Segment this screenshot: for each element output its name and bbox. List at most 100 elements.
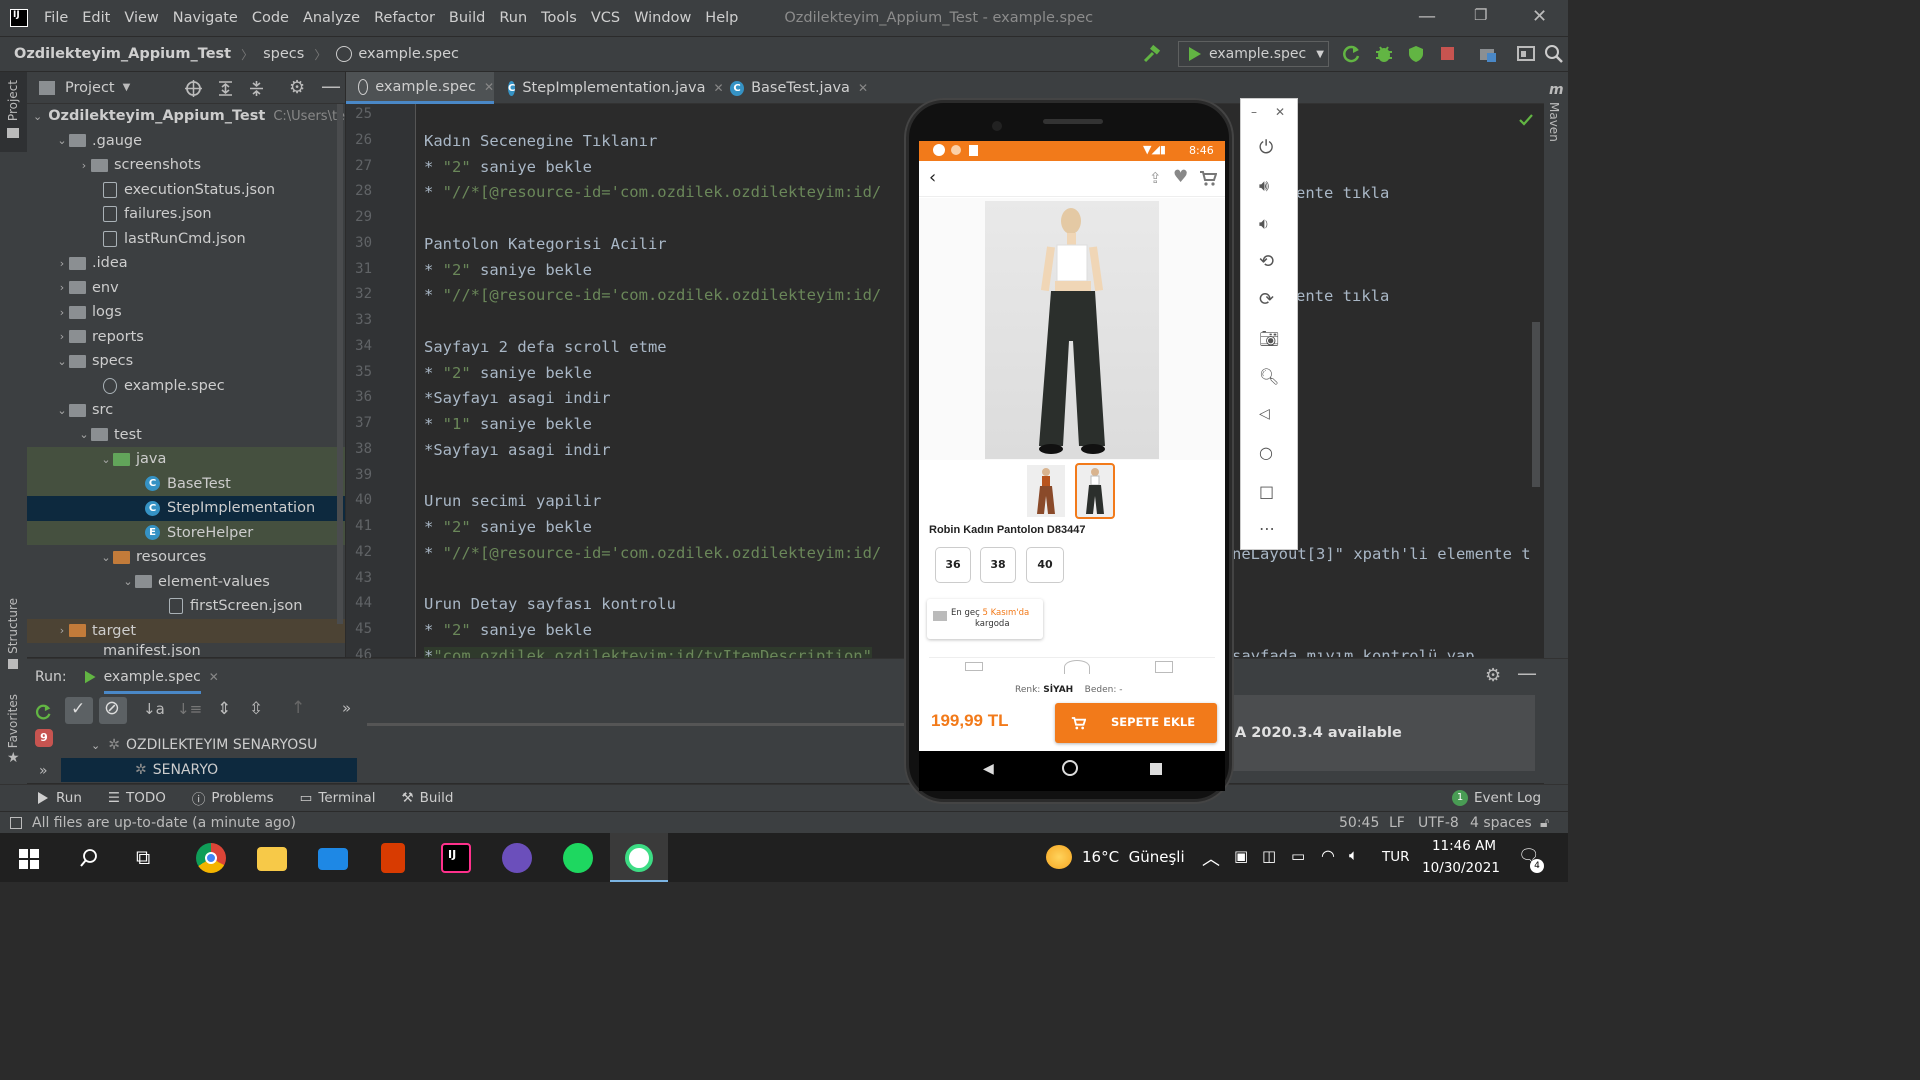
- tree-item-test[interactable]: ⌄ test: [27, 423, 345, 448]
- search-icon[interactable]: [79, 848, 99, 868]
- menu-view[interactable]: View: [124, 10, 158, 26]
- stop-icon[interactable]: [1441, 47, 1454, 60]
- debug-bug-icon[interactable]: [1374, 44, 1394, 64]
- line-separator[interactable]: LF: [1389, 815, 1405, 831]
- show-ignored-toggle[interactable]: ⊘: [99, 697, 127, 724]
- tree-item-screenshots[interactable]: › screenshots: [27, 153, 345, 178]
- more-actions-icon[interactable]: »: [342, 699, 351, 717]
- menu-code[interactable]: Code: [252, 10, 289, 26]
- add-to-cart-button[interactable]: SEPETE EKLE: [1055, 703, 1217, 743]
- tree-item-resources[interactable]: ⌄ resources: [27, 545, 345, 570]
- thumbnail-2-selected[interactable]: [1075, 463, 1115, 519]
- office-icon[interactable]: [381, 843, 405, 873]
- chevron-up-icon[interactable]: ︿: [1202, 845, 1220, 871]
- menu-navigate[interactable]: Navigate: [173, 10, 238, 26]
- bottom-tab-run[interactable]: Run: [38, 790, 82, 806]
- chevron-down-icon[interactable]: ⌄: [33, 110, 42, 123]
- chevron-right-icon[interactable]: ›: [55, 330, 69, 343]
- expand-all-icon[interactable]: [217, 80, 234, 97]
- size-option-38[interactable]: 38: [980, 547, 1016, 583]
- close-icon[interactable]: ✕: [1275, 105, 1285, 119]
- hide-panel-icon[interactable]: —: [1517, 661, 1537, 685]
- close-icon[interactable]: ✕: [484, 80, 494, 94]
- menu-window[interactable]: Window: [634, 10, 691, 26]
- screenshot-camera-icon[interactable]: 📷︎: [1259, 329, 1279, 349]
- file-explorer-icon[interactable]: [257, 847, 287, 871]
- chevron-down-icon[interactable]: ⌄: [91, 739, 100, 752]
- menu-edit[interactable]: Edit: [82, 10, 110, 26]
- menu-tools[interactable]: Tools: [541, 10, 577, 26]
- breadcrumb-project[interactable]: Ozdilekteyim_Appium_Test: [14, 46, 231, 62]
- build-hammer-icon[interactable]: [1142, 44, 1162, 64]
- restore-window-icon[interactable]: ❐: [1474, 6, 1487, 24]
- chevron-down-icon[interactable]: ⌄: [55, 134, 69, 147]
- tree-item-executionstatus[interactable]: executionStatus.json: [27, 178, 345, 203]
- back-icon[interactable]: ◁: [1259, 406, 1279, 426]
- rerun-icon[interactable]: [1342, 44, 1362, 64]
- tree-item-specs[interactable]: ⌄ specs: [27, 349, 345, 374]
- tree-item-basetest[interactable]: C BaseTest: [27, 471, 345, 496]
- share-icon[interactable]: ⇪: [1149, 169, 1162, 187]
- active-app-highlight[interactable]: [610, 833, 668, 882]
- tree-item-stepimplementation[interactable]: C StepImplementation: [27, 496, 345, 521]
- wifi-icon[interactable]: ◠: [1321, 846, 1335, 865]
- clock-time[interactable]: 11:46 AM: [1428, 838, 1500, 854]
- project-scrollbar[interactable]: [337, 104, 343, 624]
- favorites-tool-tab[interactable]: Favorites: [6, 694, 20, 748]
- rotate-left-icon[interactable]: ⟲: [1259, 251, 1279, 272]
- tree-item-firstscreen[interactable]: firstScreen.json: [27, 594, 345, 619]
- tree-item-logs[interactable]: › logs: [27, 300, 345, 325]
- android-recents-icon[interactable]: [1150, 763, 1162, 775]
- menu-run[interactable]: Run: [499, 10, 527, 26]
- product-image-area[interactable]: [919, 198, 1225, 460]
- editor-scrollbar[interactable]: [1532, 322, 1540, 487]
- mail-icon[interactable]: [318, 848, 348, 870]
- tree-item-target[interactable]: › target: [27, 618, 345, 643]
- menu-refactor[interactable]: Refactor: [374, 10, 435, 26]
- locate-target-icon[interactable]: [185, 80, 202, 97]
- bottom-tab-terminal[interactable]: ▭ Terminal: [300, 790, 376, 806]
- menu-help[interactable]: Help: [705, 10, 738, 26]
- weather-sun-icon[interactable]: [1046, 845, 1072, 869]
- sort-alpha-icon[interactable]: ↓a: [143, 700, 165, 718]
- zoom-icon[interactable]: 🔍︎: [1259, 367, 1279, 387]
- home-icon[interactable]: ○: [1259, 443, 1279, 463]
- close-icon[interactable]: ✕: [858, 81, 868, 95]
- tree-item-manifest[interactable]: manifest.json: [27, 643, 345, 657]
- tree-item-src[interactable]: ⌄ src: [27, 398, 345, 423]
- event-log-button[interactable]: 1 Event Log: [1452, 790, 1541, 806]
- gear-icon[interactable]: ⚙: [1485, 665, 1501, 686]
- collapse-all-icon[interactable]: ⇳: [249, 699, 263, 719]
- menu-analyze[interactable]: Analyze: [303, 10, 360, 26]
- menu-file[interactable]: File: [44, 10, 68, 26]
- search-icon[interactable]: [1544, 44, 1564, 64]
- run-tree-suite[interactable]: ⌄ ✲ OZDILEKTEYIM SENARYOSU: [61, 733, 357, 757]
- maven-tool-tab[interactable]: Maven: [1547, 102, 1561, 142]
- layout-window-icon[interactable]: [1516, 44, 1536, 64]
- eclipse-app-icon[interactable]: [502, 843, 532, 873]
- chevron-right-icon[interactable]: ›: [55, 257, 69, 270]
- status-window-icon[interactable]: [10, 816, 22, 829]
- more-options-icon[interactable]: ⋯: [1259, 519, 1279, 539]
- close-window-icon[interactable]: ✕: [1532, 6, 1547, 27]
- expand-all-icon[interactable]: ⇕: [217, 699, 231, 719]
- hide-panel-icon[interactable]: —: [321, 74, 341, 98]
- run-tab-example-spec[interactable]: example.spec: [103, 669, 201, 694]
- battery-icon[interactable]: ▭: [1291, 847, 1305, 865]
- windows-start-icon[interactable]: [19, 849, 39, 869]
- size-option-40[interactable]: 40: [1026, 547, 1064, 583]
- volume-down-icon[interactable]: 🔉︎: [1259, 214, 1279, 234]
- menu-vcs[interactable]: VCS: [591, 10, 620, 26]
- tree-item-storehelper[interactable]: E StoreHelper: [27, 520, 345, 545]
- gear-icon[interactable]: ⚙: [289, 77, 305, 98]
- close-icon[interactable]: ✕: [209, 670, 219, 684]
- tab-example-spec[interactable]: example.spec ✕: [346, 72, 494, 104]
- task-view-icon[interactable]: ⧉: [136, 845, 150, 869]
- tree-item-env[interactable]: › env: [27, 276, 345, 301]
- weather-text[interactable]: 16°C Güneşli: [1082, 848, 1185, 866]
- chevron-down-icon[interactable]: ⌄: [121, 575, 135, 588]
- device-icon[interactable]: ▣: [1234, 847, 1248, 865]
- chevron-down-icon[interactable]: ⌄: [55, 355, 69, 368]
- project-structure-icon[interactable]: [1478, 44, 1498, 64]
- heart-icon[interactable]: ♥: [1173, 167, 1188, 187]
